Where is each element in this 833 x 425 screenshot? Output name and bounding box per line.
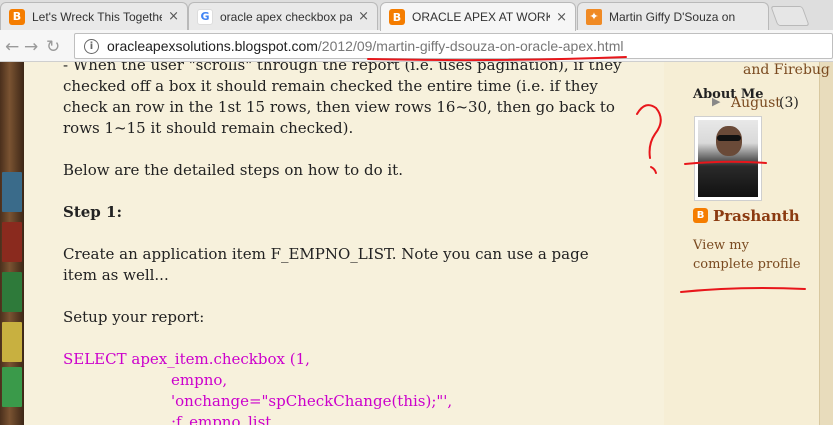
reload-icon[interactable]: ↻ [46,37,60,57]
tab-title: ORACLE APEX AT WORK: [412,10,551,24]
google-icon: G [197,8,213,25]
avatar-sunglasses [717,135,741,141]
book-image [2,367,22,407]
forward-arrow-icon[interactable]: → [24,37,38,57]
blogger-icon: B [693,208,708,223]
avatar-head [716,126,742,156]
avatar [698,120,758,197]
blogger-icon: B [389,9,405,25]
post-body: - When the user "scrolls" through the re… [63,62,623,425]
book-image [2,172,22,212]
url-text: oracleapexsolutions.blogspot.com/2012/09… [107,38,623,54]
close-icon[interactable]: × [168,9,179,24]
profile-photo[interactable] [694,116,762,201]
code-line: :f_empno_list, [171,413,277,425]
profile-name-link[interactable]: Prashanth [713,207,800,225]
info-icon[interactable]: i [84,38,99,54]
tab-4[interactable]: ✦ Martin Giffy D'Souza on [577,2,769,30]
tab-title: oracle apex checkbox pa [220,9,353,24]
close-icon[interactable]: × [358,9,369,24]
back-arrow-icon[interactable]: ← [5,37,19,57]
close-icon[interactable]: × [556,10,567,25]
tab-title: Let's Wreck This Togethe [32,9,163,24]
tab-title: Martin Giffy D'Souza on [609,9,736,24]
book-image [2,322,22,362]
tab-3[interactable]: B ORACLE APEX AT WORK: × [380,2,576,31]
puzzle-icon: ✦ [586,8,602,25]
view-profile-link[interactable]: View my complete profile [693,236,813,274]
archive-count: (3) [779,95,799,111]
code-line: 'onchange="spCheckChange(this);"', [171,392,453,410]
step-heading: Step 1: [63,203,122,221]
blogger-icon: B [9,8,25,25]
new-tab-button[interactable] [770,6,810,26]
tab-strip: B Let's Wreck This Togethe × G oracle ap… [0,0,833,31]
code-line: empno, [171,371,228,389]
post-paragraph: Setup your report: [63,308,205,326]
post-paragraph: Below are the detailed steps on how to d… [63,161,403,179]
post-column: - When the user "scrolls" through the re… [24,62,664,425]
right-border [819,62,833,425]
tab-1[interactable]: B Let's Wreck This Togethe × [0,2,188,30]
post-paragraph: - When the user "scrolls" through the re… [63,62,622,137]
browser-toolbar: ← → ↻ i oracleapexsolutions.blogspot.com… [0,30,833,62]
book-image [2,272,22,312]
tab-2[interactable]: G oracle apex checkbox pa × [188,2,378,30]
archive-post-link[interactable]: and Firebug [743,62,830,78]
bookshelf-background [0,62,24,425]
url-path: /2012/09/martin-giffy-dsouza-on-oracle-a… [317,38,624,54]
post-paragraph: Create an application item F_EMPNO_LIST.… [63,245,589,284]
url-host: oracleapexsolutions.blogspot.com [107,38,318,54]
book-image [2,222,22,262]
about-me-heading: About Me [693,87,764,102]
address-bar[interactable]: i oracleapexsolutions.blogspot.com/2012/… [74,33,833,59]
code-line: SELECT apex_item.checkbox (1, [63,350,310,368]
